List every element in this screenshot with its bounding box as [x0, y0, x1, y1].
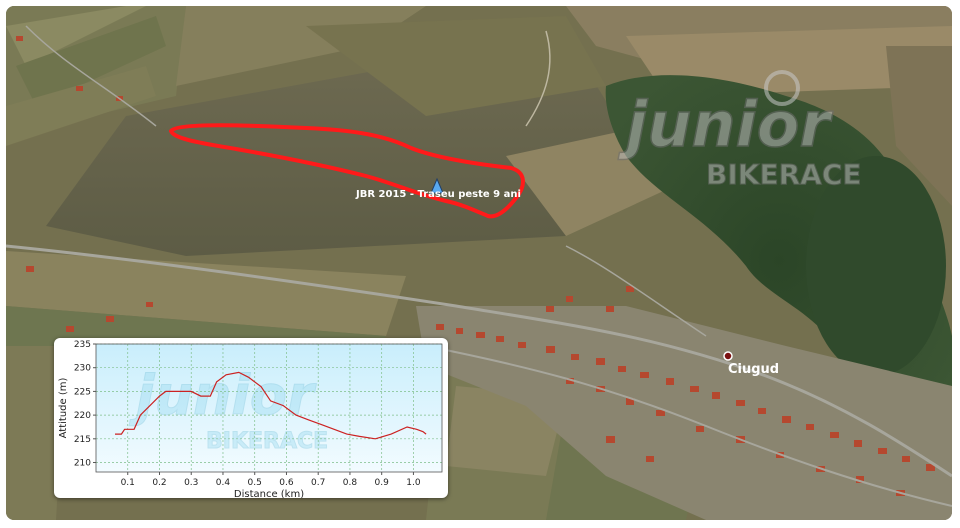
x-tick-label: 0.9 [375, 478, 390, 488]
y-tick-label: 230 [74, 364, 91, 374]
x-tick-label: 0.3 [184, 478, 198, 488]
x-tick-label: 0.1 [121, 478, 135, 488]
x-tick-label: 0.2 [152, 478, 166, 488]
track-label: JBR 2015 - Traseu peste 9 ani [355, 189, 521, 200]
y-axis-title: Attitude (m) [58, 378, 69, 439]
y-tick-label: 225 [74, 387, 91, 397]
place-label: Ciugud [728, 362, 779, 377]
x-tick-label: 0.6 [279, 478, 294, 488]
y-tick-label: 235 [74, 340, 91, 350]
place-marker-icon[interactable] [723, 351, 733, 361]
x-tick-label: 0.8 [343, 478, 358, 488]
watermark-word-bikerace: BIKERACE [206, 429, 328, 454]
elevation-chart-panel: junior BIKERACE 0.1 0.2 0.3 0.4 0.5 0.6 0.7 0.8… [54, 338, 448, 500]
x-tick-label: 0.5 [248, 478, 262, 488]
map-frame: JBR 2015 - Traseu peste 9 ani Ciugud jun… [0, 0, 960, 528]
elevation-chart: junior BIKERACE 0.1 0.2 0.3 0.4 0.5 0.6 0.7 0.8… [58, 340, 443, 500]
x-axis-title: Distance (km) [234, 489, 304, 498]
x-tick-label: 0.4 [216, 478, 231, 488]
x-tick-label: 0.7 [311, 478, 325, 488]
logo-word-bikerace: BIKERACE [706, 158, 862, 191]
y-tick-label: 220 [74, 411, 91, 421]
logo-word-junior: junior [618, 88, 833, 161]
y-tick-label: 210 [74, 459, 91, 469]
x-tick-label: 1.0 [406, 478, 421, 488]
y-tick-label: 215 [74, 435, 91, 445]
